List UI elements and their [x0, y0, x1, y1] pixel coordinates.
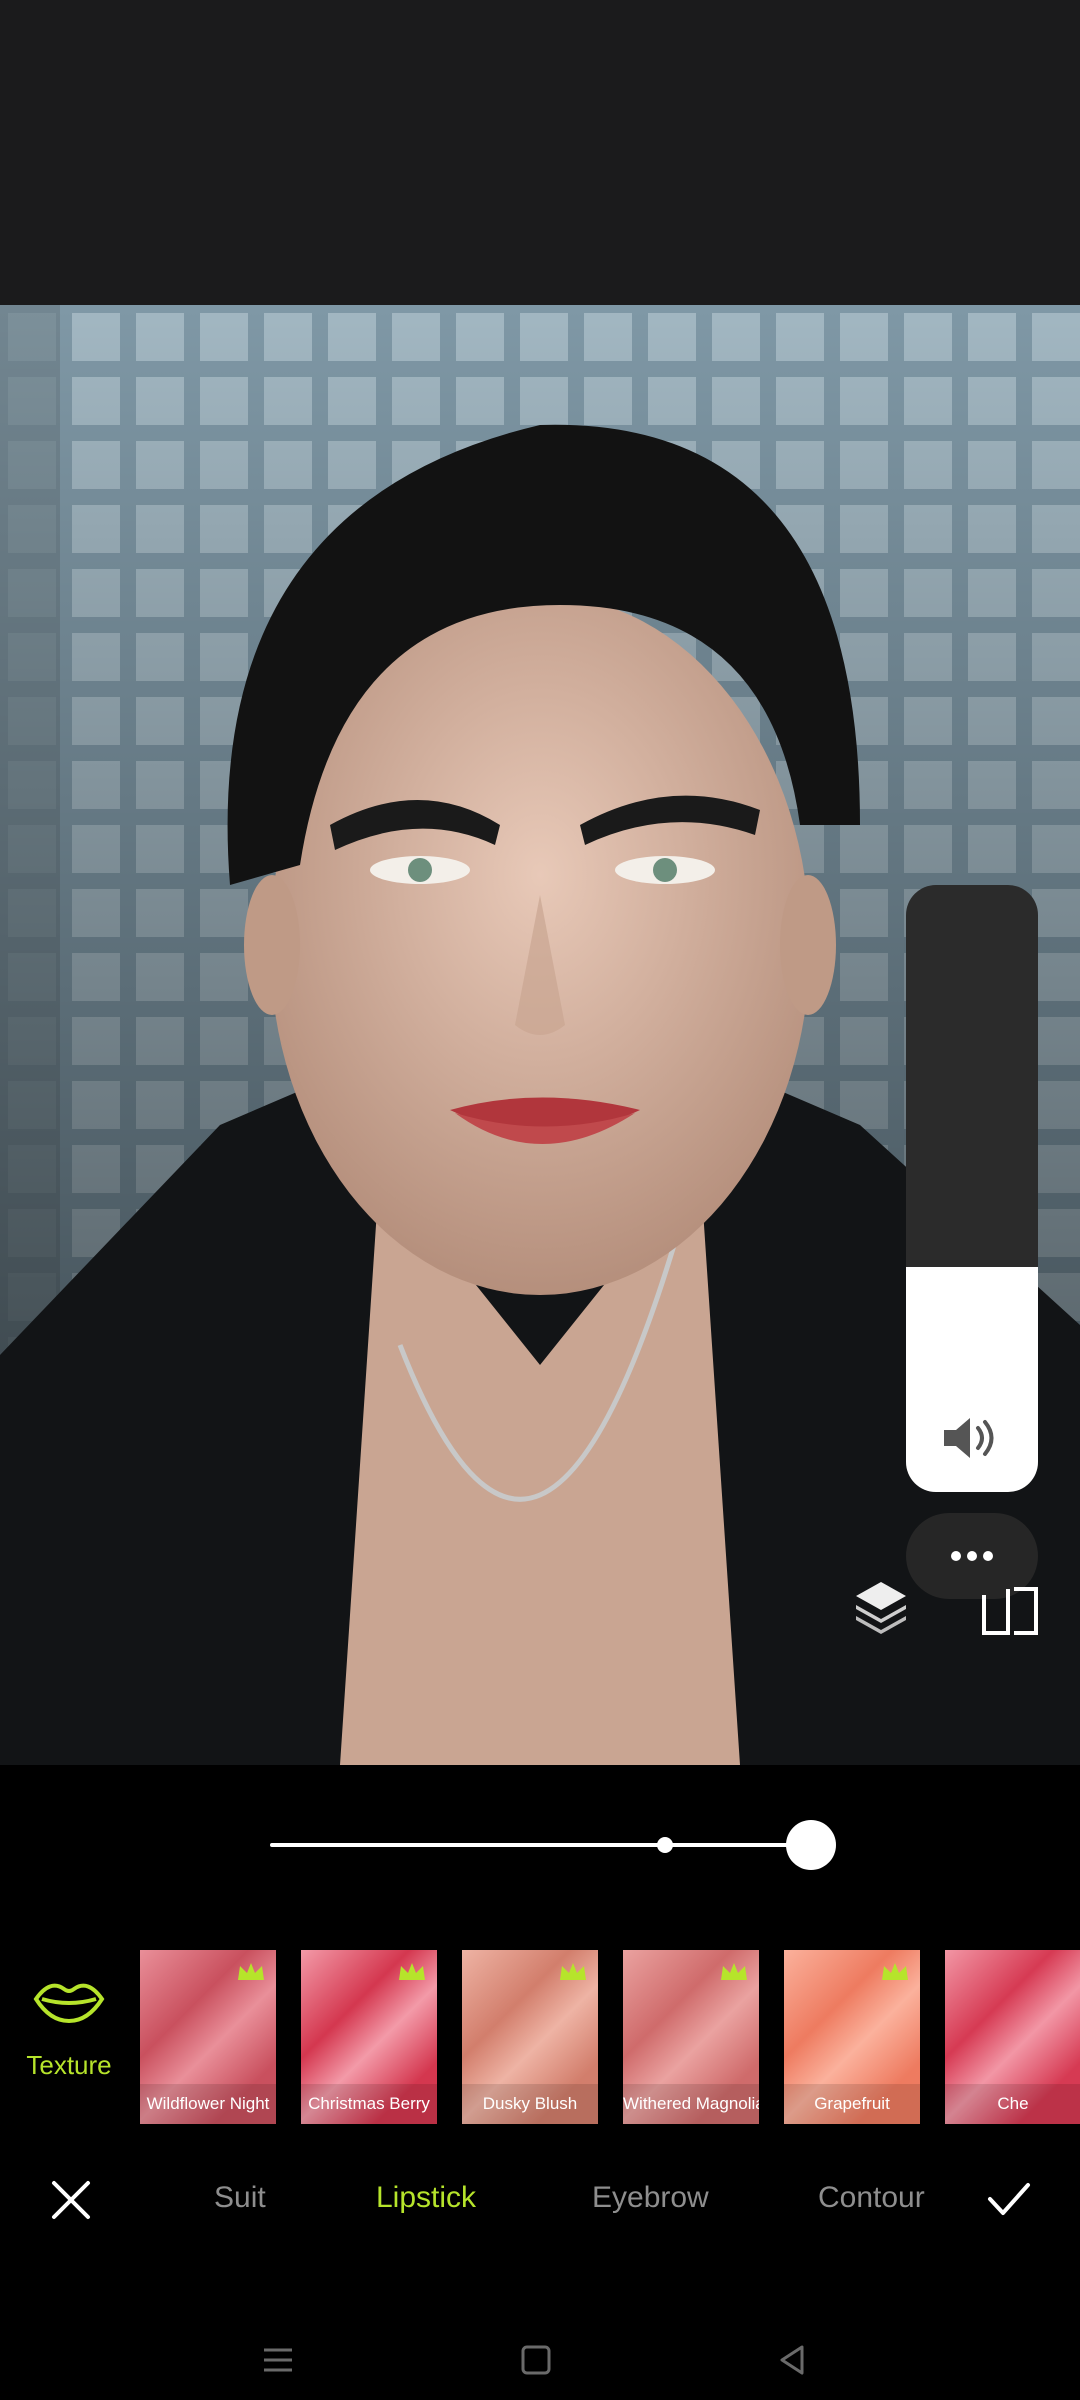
compare-icon[interactable] [980, 1585, 1040, 1637]
lipstick-swatch-list[interactable]: TaroWildflower NightChristmas BerryDusky… [140, 1950, 1080, 2124]
crown-icon [560, 1963, 586, 1980]
slider-track [270, 1843, 834, 1847]
swatch-name: Christmas Berry [301, 2084, 437, 2124]
tab-eyebrow[interactable]: Eyebrow [592, 2181, 709, 2215]
system-nav-bar [0, 2320, 1080, 2400]
intensity-slider[interactable] [270, 1820, 837, 1870]
swatch-grapefruit[interactable]: Grapefruit [784, 1950, 920, 2124]
back-icon[interactable] [774, 2342, 810, 2378]
lips-icon [33, 1983, 105, 2024]
crown-icon [399, 1963, 425, 1980]
more-icon [951, 1551, 993, 1561]
layers-icon[interactable] [852, 1578, 910, 1636]
swatch-che[interactable]: Che [945, 1950, 1080, 2124]
texture-button[interactable]: Texture [14, 1975, 124, 2081]
swatch-name: Withered Magnolia [623, 2084, 759, 2124]
home-icon[interactable] [518, 2342, 554, 2378]
crown-icon [882, 1963, 908, 1980]
tab-suit[interactable]: Suit [214, 2181, 266, 2215]
tab-contour[interactable]: Contour [818, 2181, 925, 2215]
swatch-withered-magnolia[interactable]: Withered Magnolia [623, 1950, 759, 2124]
swatch-wildflower-night[interactable]: Wildflower Night [140, 1950, 276, 2124]
checkmark-icon[interactable] [986, 2179, 1032, 2219]
slider-knob[interactable] [786, 1820, 837, 1870]
swatch-christmas-berry[interactable]: Christmas Berry [301, 1950, 437, 2124]
close-icon[interactable] [48, 2177, 94, 2223]
texture-label: Texture [26, 2050, 112, 2080]
slider-default-mark [656, 1837, 673, 1853]
speaker-icon[interactable] [940, 1412, 1004, 1464]
swatch-name: Grapefruit [784, 2084, 920, 2124]
bottom-tab-bar: Suit Lipstick Eyebrow Contour [0, 2165, 1080, 2235]
volume-panel[interactable] [906, 885, 1038, 1492]
crown-icon [238, 1963, 264, 1980]
swatch-dusky-blush[interactable]: Dusky Blush [462, 1950, 598, 2124]
swatch-name: Wildflower Night [140, 2084, 276, 2124]
swatch-name: Che [945, 2084, 1080, 2124]
menu-icon[interactable] [260, 2342, 296, 2378]
tab-lipstick[interactable]: Lipstick [376, 2181, 476, 2215]
top-bar [0, 0, 1080, 305]
crown-icon [721, 1963, 747, 1980]
swatch-name: Dusky Blush [462, 2084, 598, 2124]
